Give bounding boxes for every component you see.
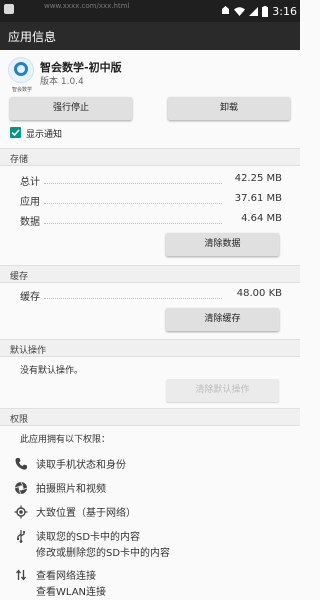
notification-icon — [222, 6, 230, 14]
permission-line: 读取手机状态和身份 — [36, 460, 126, 471]
app-icon: 智会数学 — [8, 57, 34, 93]
network-icon — [15, 569, 27, 581]
permissions-section-header: 权限 — [0, 408, 300, 426]
signal-icon — [249, 6, 259, 16]
usb-storage-icon — [17, 530, 26, 543]
checkmark-icon — [11, 129, 20, 137]
cache-section-header: 缓存 — [0, 265, 300, 283]
storage-total-label: 总计 — [20, 177, 40, 188]
defaults-section-header: 默认操作 — [0, 339, 300, 357]
permissions-intro: 此应用拥有以下权限： — [20, 435, 111, 445]
show-notifications-label[interactable]: 显示通知 — [26, 127, 62, 140]
clear-data-button[interactable]: 清除数据 — [166, 233, 279, 256]
app-version: 版本 1.0.4 — [40, 77, 84, 87]
storage-app-label: 应用 — [20, 197, 40, 208]
app-logo-ring — [14, 62, 28, 76]
storage-row-app: 应用 37.61 MB — [20, 193, 282, 208]
wifi-icon — [234, 6, 246, 16]
permission-line: 拍摄照片和视频 — [36, 484, 106, 495]
force-stop-button[interactable]: 强行停止 — [10, 97, 132, 120]
permission-line: 查看网络连接 — [36, 571, 96, 582]
permission-line: 读取您的SD卡中的内容 — [36, 532, 141, 543]
permissions-header-label: 权限 — [10, 415, 29, 425]
clear-cache-button[interactable]: 清除缓存 — [166, 308, 279, 331]
permission-line: 查看WLAN连接 — [36, 587, 107, 598]
battery-icon — [262, 5, 269, 17]
status-bar: www.xxxx.com/xxx.html 3:16 — [0, 0, 300, 22]
status-icons: 3:16 — [221, 0, 300, 22]
uninstall-button[interactable]: 卸载 — [168, 97, 290, 120]
storage-section-header: 存储 — [0, 148, 300, 166]
phone-icon — [15, 458, 27, 470]
cache-label: 缓存 — [20, 292, 40, 303]
permission-line: 大致位置（基于网络） — [36, 508, 136, 519]
cache-header-label: 缓存 — [10, 272, 29, 282]
clear-defaults-button[interactable]: 清除默认操作 — [166, 379, 279, 402]
show-notifications-checkbox[interactable] — [10, 127, 21, 138]
cache-row: 缓存 48.00 KB — [20, 288, 282, 303]
app-name: 智会数学-初中版 — [40, 61, 122, 74]
app-icon-caption: 智会数学 — [11, 87, 32, 93]
storage-row-data: 数据 4.64 MB — [20, 213, 282, 228]
storage-total-value: 42.25 MB — [234, 173, 282, 184]
camera-icon — [14, 481, 28, 495]
location-icon — [14, 505, 28, 519]
storage-row-total: 总计 42.25 MB — [20, 173, 282, 188]
dotted-leader — [44, 203, 222, 204]
no-defaults-text: 没有默认操作。 — [20, 366, 84, 376]
storage-data-value: 4.64 MB — [241, 213, 282, 224]
dotted-leader — [44, 298, 222, 299]
permission-line: 修改或删除您的SD卡中的内容 — [36, 548, 171, 559]
storage-app-value: 37.61 MB — [234, 193, 282, 204]
dotted-leader — [44, 223, 222, 224]
status-faint-text: www.xxxx.com/xxx.html — [44, 2, 130, 10]
cache-value: 48.00 KB — [236, 288, 282, 299]
storage-header-label: 存储 — [10, 155, 29, 165]
defaults-header-label: 默认操作 — [10, 346, 47, 356]
storage-data-label: 数据 — [20, 217, 40, 228]
dotted-leader — [44, 183, 222, 184]
status-time: 3:16 — [272, 4, 297, 18]
app-notification-icon — [4, 4, 14, 14]
app-bar: 应用信息 — [0, 22, 300, 50]
page-title: 应用信息 — [8, 30, 57, 44]
